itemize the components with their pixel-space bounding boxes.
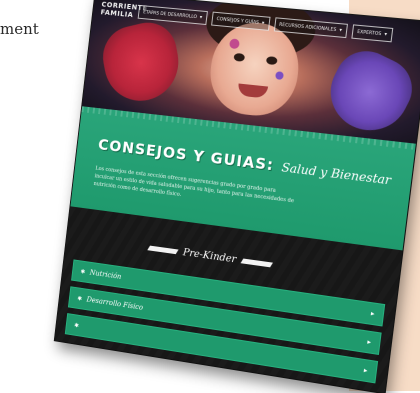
star-icon: ✱ [77, 294, 83, 303]
chevron-right-icon: ▸ [370, 309, 376, 319]
site-logo[interactable]: CORRIENTE FAMILIA [100, 1, 148, 20]
chevron-down-icon: ▾ [338, 27, 343, 34]
chevron-down-icon: ▾ [384, 31, 388, 38]
nav-item-label: CONSEJOS Y GUÍAS [216, 16, 260, 26]
website-screenshot: CORRIENTE FAMILIA ETAPAS DE DESARROLLO ▾… [54, 0, 420, 393]
chevron-right-icon: ▸ [363, 366, 368, 375]
ribbon-right-icon [240, 258, 274, 268]
painted-left-hand [98, 16, 185, 108]
nav-item-consejos[interactable]: CONSEJOS Y GUÍAS ▾ [210, 11, 271, 31]
nav-item-label: ETAPAS DE DESARROLLO [142, 9, 198, 20]
chevron-right-icon: ▸ [366, 337, 372, 347]
chevron-down-icon: ▾ [261, 20, 265, 27]
painted-right-hand [317, 40, 420, 144]
document-text-fragment: ment [0, 20, 39, 38]
section-subtitle: Salud y Bienestar [280, 160, 392, 188]
star-icon: ✱ [73, 321, 80, 329]
nav-item-recursos[interactable]: RECURSOS ADICIONALES ▾ [273, 17, 348, 39]
nav-item-expertos[interactable]: EXPERTOS ▾ [351, 24, 394, 43]
star-icon: ✱ [80, 267, 86, 276]
nav-item-etapas[interactable]: ETAPAS DE DESARROLLO ▾ [137, 4, 208, 26]
ribbon-left-icon [147, 245, 179, 255]
nav-item-label: RECURSOS ADICIONALES [278, 22, 337, 33]
chevron-down-icon: ▾ [199, 14, 203, 21]
nav-item-label: EXPERTOS [356, 29, 382, 37]
